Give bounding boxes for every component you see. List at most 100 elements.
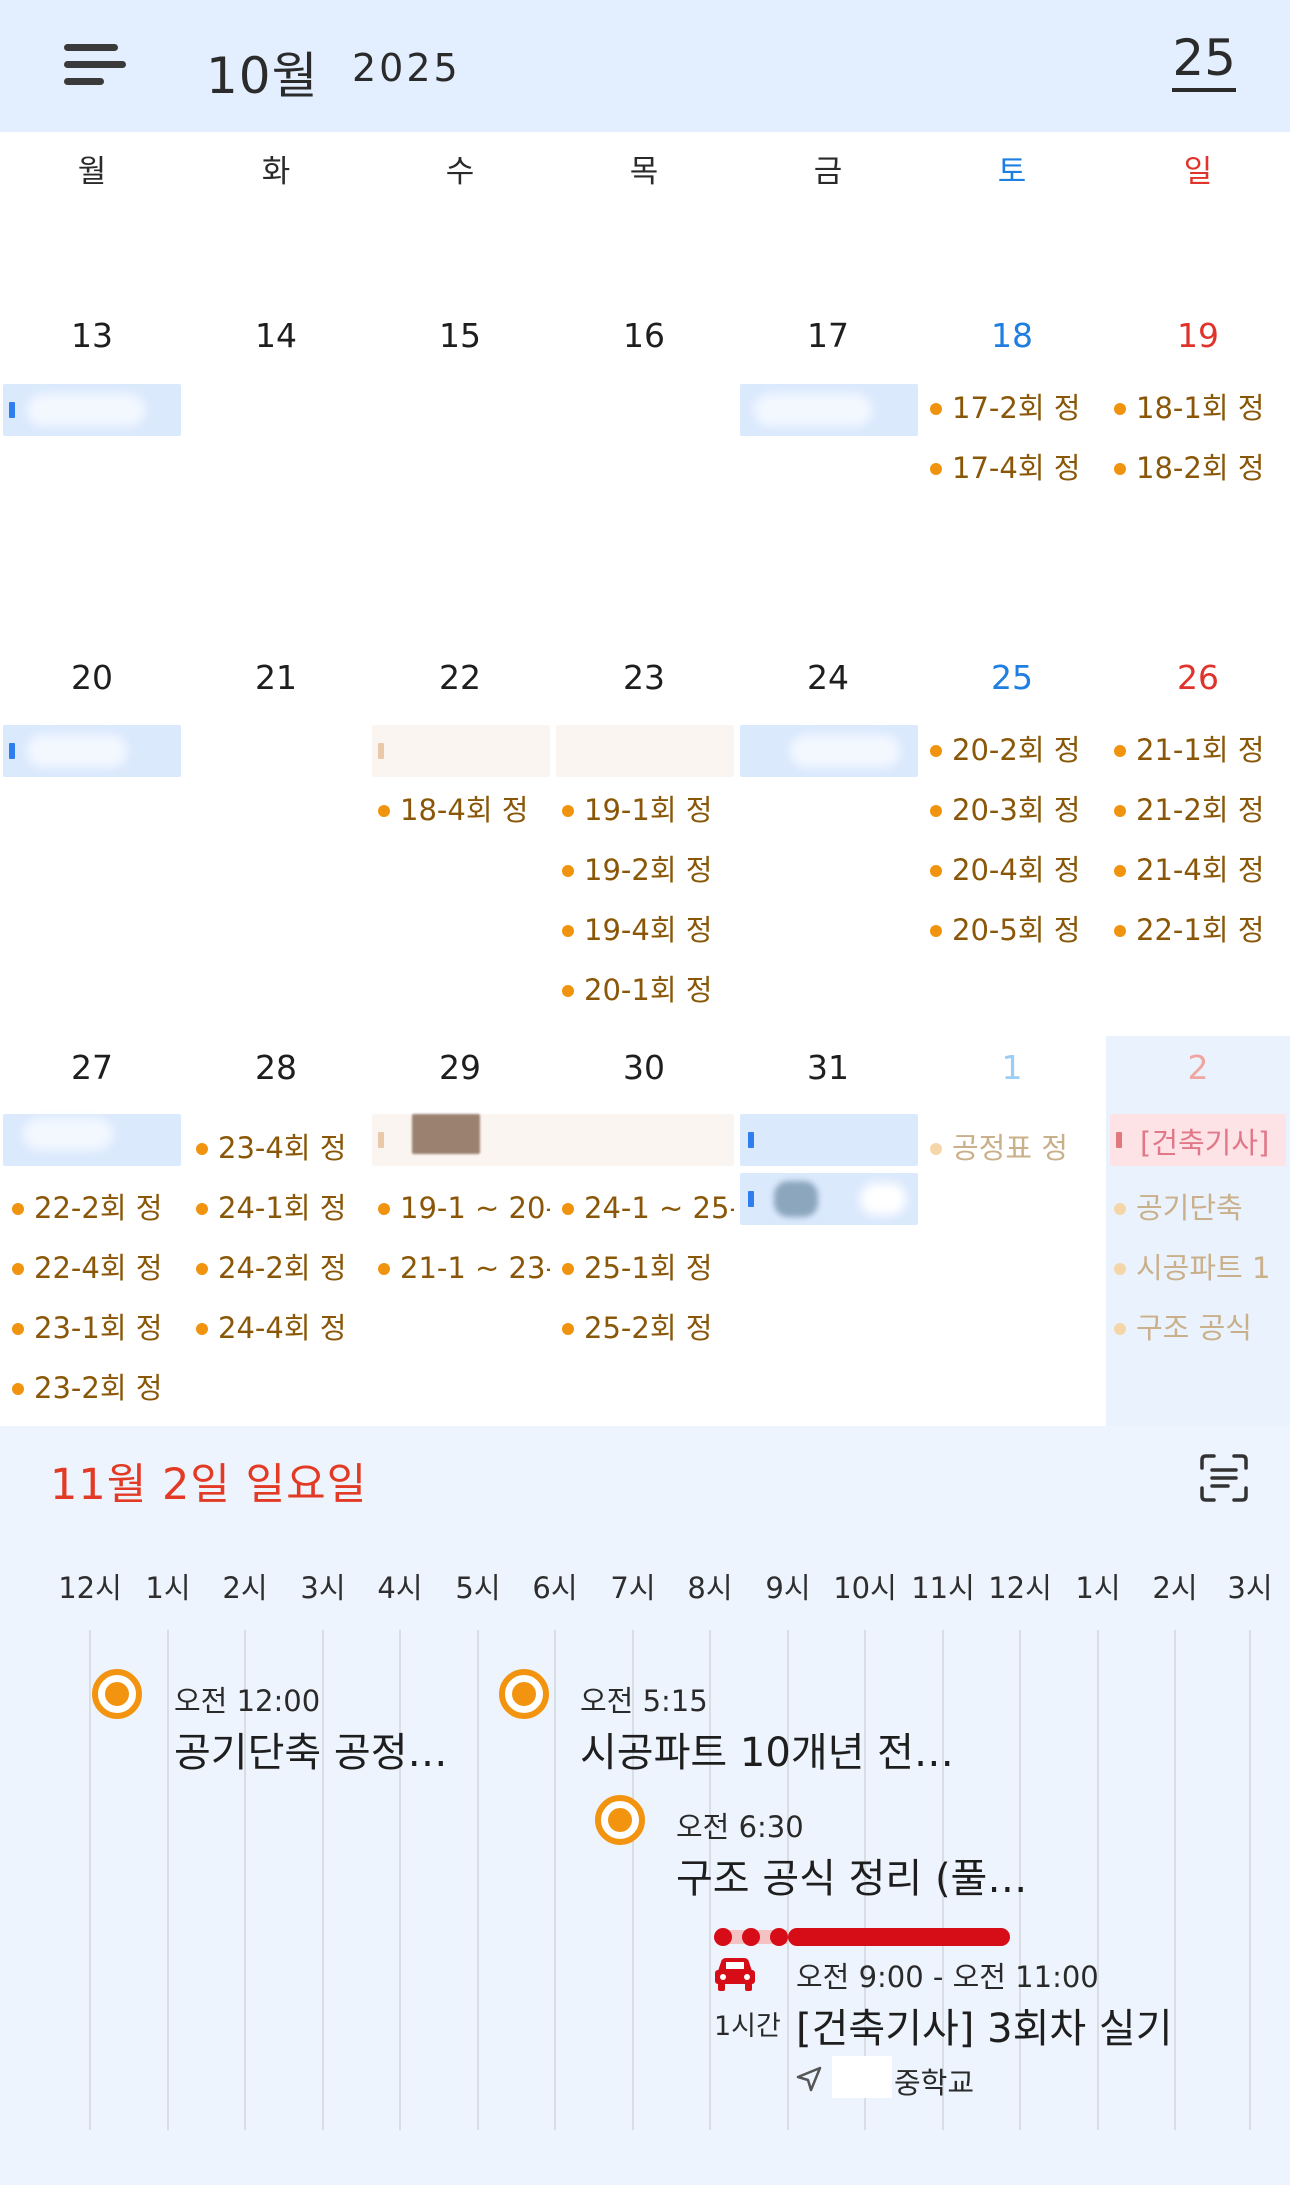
event-item[interactable]: 23-4회 정 [190, 1128, 368, 1168]
day-cell-31[interactable]: 31 [736, 1048, 920, 1087]
scan-text-icon[interactable] [1198, 1452, 1250, 1504]
month-label[interactable]: 10월 [206, 36, 319, 108]
day-cell-24[interactable]: 24 [736, 658, 920, 697]
event-item[interactable]: 20-4회 정 [924, 850, 1102, 890]
event-bar-blurred[interactable] [740, 725, 918, 777]
event-bar-blurred[interactable] [740, 384, 918, 436]
day-cell-22[interactable]: 22 [368, 658, 552, 697]
hour-label: 1시 [1075, 1571, 1121, 1605]
event-item[interactable]: 19-4회 정 [556, 910, 734, 950]
event-item[interactable]: 25-1회 정 [556, 1248, 734, 1288]
event-item[interactable]: 21-2회 정 [1108, 790, 1286, 830]
day-cell-14[interactable]: 14 [184, 316, 368, 355]
day-cell-28[interactable]: 28 [184, 1048, 368, 1087]
event-item[interactable]: 18-4회 정 [372, 790, 550, 830]
event-item[interactable]: 20-2회 정 [924, 730, 1102, 770]
hour-label: 3시 [300, 1571, 346, 1605]
event-bar-blurred[interactable] [372, 725, 550, 777]
event-item[interactable]: 19-1회 정 [556, 790, 734, 830]
event-item[interactable]: 18-1회 정 [1108, 388, 1286, 428]
event-circle-icon[interactable] [499, 1669, 549, 1719]
event-item[interactable]: 20-3회 정 [924, 790, 1102, 830]
hour-label: 10시 [833, 1571, 897, 1605]
event-bar-blurred[interactable] [740, 1173, 918, 1225]
day-cell-29[interactable]: 29 [368, 1048, 552, 1087]
hour-gridline [1174, 1630, 1176, 2130]
day-cell-30[interactable]: 30 [552, 1048, 736, 1087]
day-cell-17[interactable]: 17 [736, 316, 920, 355]
event-item[interactable]: 19-1 ~ 20- [372, 1188, 550, 1228]
event-item[interactable]: 21-1 ~ 23- [372, 1248, 550, 1288]
location-redacted [832, 2056, 892, 2098]
event-bar-blurred[interactable] [372, 1114, 734, 1166]
agenda-item-title[interactable]: 시공파트 10개년 전… [580, 1720, 954, 1778]
hour-label: 12시 [988, 1571, 1052, 1605]
day-cell-26[interactable]: 26 [1106, 658, 1290, 697]
day-cell-20[interactable]: 20 [0, 658, 184, 697]
today-button[interactable]: 25 [1172, 32, 1236, 92]
selected-day-highlight [1106, 1036, 1290, 1426]
event-item[interactable]: 공정표 정 [924, 1128, 1102, 1168]
event-item[interactable]: 구조 공식 [1108, 1308, 1286, 1348]
event-item[interactable]: 시공파트 1 [1108, 1248, 1286, 1288]
event-circle-icon[interactable] [92, 1669, 142, 1719]
event-item[interactable]: 25-2회 정 [556, 1308, 734, 1348]
year-label[interactable]: 2025 [352, 46, 461, 90]
event-item[interactable]: 22-4회 정 [6, 1248, 184, 1288]
weekday-tue: 화 [261, 154, 291, 190]
event-item[interactable]: 21-4회 정 [1108, 850, 1286, 890]
agenda-item-time: 오전 9:00 - 오전 11:00 [796, 1960, 1099, 1994]
agenda-item-title[interactable]: 공기단축 공정… [174, 1720, 448, 1778]
day-cell-nov-1[interactable]: 1 [920, 1048, 1104, 1087]
event-bar-exam[interactable]: [건축기사] [1110, 1114, 1286, 1166]
agenda-item-location[interactable]: 중학교 [894, 2060, 974, 2102]
event-bar-blurred[interactable] [3, 1114, 181, 1166]
travel-duration: 1시간 [714, 2011, 781, 2042]
event-item[interactable]: 24-1회 정 [190, 1188, 368, 1228]
event-item[interactable]: 17-2회 정 [924, 388, 1102, 428]
menu-icon[interactable] [58, 38, 128, 94]
event-item[interactable]: 18-2회 정 [1108, 448, 1286, 488]
day-cell-25[interactable]: 25 [920, 658, 1104, 697]
event-item[interactable]: 20-1회 정 [556, 970, 734, 1010]
day-cell-21[interactable]: 21 [184, 658, 368, 697]
hour-label: 2시 [1152, 1571, 1198, 1605]
day-cell-15[interactable]: 15 [368, 316, 552, 355]
hour-gridline [89, 1630, 91, 2130]
event-item[interactable]: 22-1회 정 [1108, 910, 1286, 950]
agenda-item-title[interactable]: 구조 공식 정리 (풀… [676, 1846, 1027, 1904]
hour-label: 3시 [1227, 1571, 1273, 1605]
hour-gridline [1249, 1630, 1251, 2130]
hour-label: 6시 [532, 1571, 578, 1605]
event-item[interactable]: 19-2회 정 [556, 850, 734, 890]
day-cell-27[interactable]: 27 [0, 1048, 184, 1087]
day-cell-16[interactable]: 16 [552, 316, 736, 355]
hour-label: 5시 [455, 1571, 501, 1605]
day-cell-19[interactable]: 19 [1106, 316, 1290, 355]
event-item[interactable]: 공기단축 [1108, 1188, 1286, 1228]
agenda-item-time: 오전 6:30 [676, 1810, 804, 1844]
hour-label: 12시 [58, 1571, 122, 1605]
day-cell-nov-2[interactable]: 2 [1106, 1048, 1290, 1087]
agenda-item-title[interactable]: [건축기사] 3회차 실기 [796, 1996, 1173, 2054]
event-circle-icon[interactable] [595, 1795, 645, 1845]
weekday-sun: 일 [1183, 154, 1213, 190]
day-cell-18[interactable]: 18 [920, 316, 1104, 355]
hour-label: 7시 [610, 1571, 656, 1605]
event-bar-blurred[interactable] [3, 725, 181, 777]
event-item[interactable]: 22-2회 정 [6, 1188, 184, 1228]
event-item[interactable]: 24-2회 정 [190, 1248, 368, 1288]
event-item[interactable]: 23-2회 정 [6, 1368, 184, 1408]
event-bar-blurred[interactable] [556, 725, 734, 777]
day-cell-13[interactable]: 13 [0, 316, 184, 355]
event-item[interactable]: 23-1회 정 [6, 1308, 184, 1348]
hour-gridline [1097, 1630, 1099, 2130]
event-bar-blurred[interactable] [3, 384, 181, 436]
event-item[interactable]: 20-5회 정 [924, 910, 1102, 950]
day-cell-23[interactable]: 23 [552, 658, 736, 697]
event-bar-blurred[interactable] [740, 1114, 918, 1166]
event-item[interactable]: 17-4회 정 [924, 448, 1102, 488]
event-item[interactable]: 24-1 ~ 25- [556, 1188, 734, 1228]
event-item[interactable]: 24-4회 정 [190, 1308, 368, 1348]
event-item[interactable]: 21-1회 정 [1108, 730, 1286, 770]
